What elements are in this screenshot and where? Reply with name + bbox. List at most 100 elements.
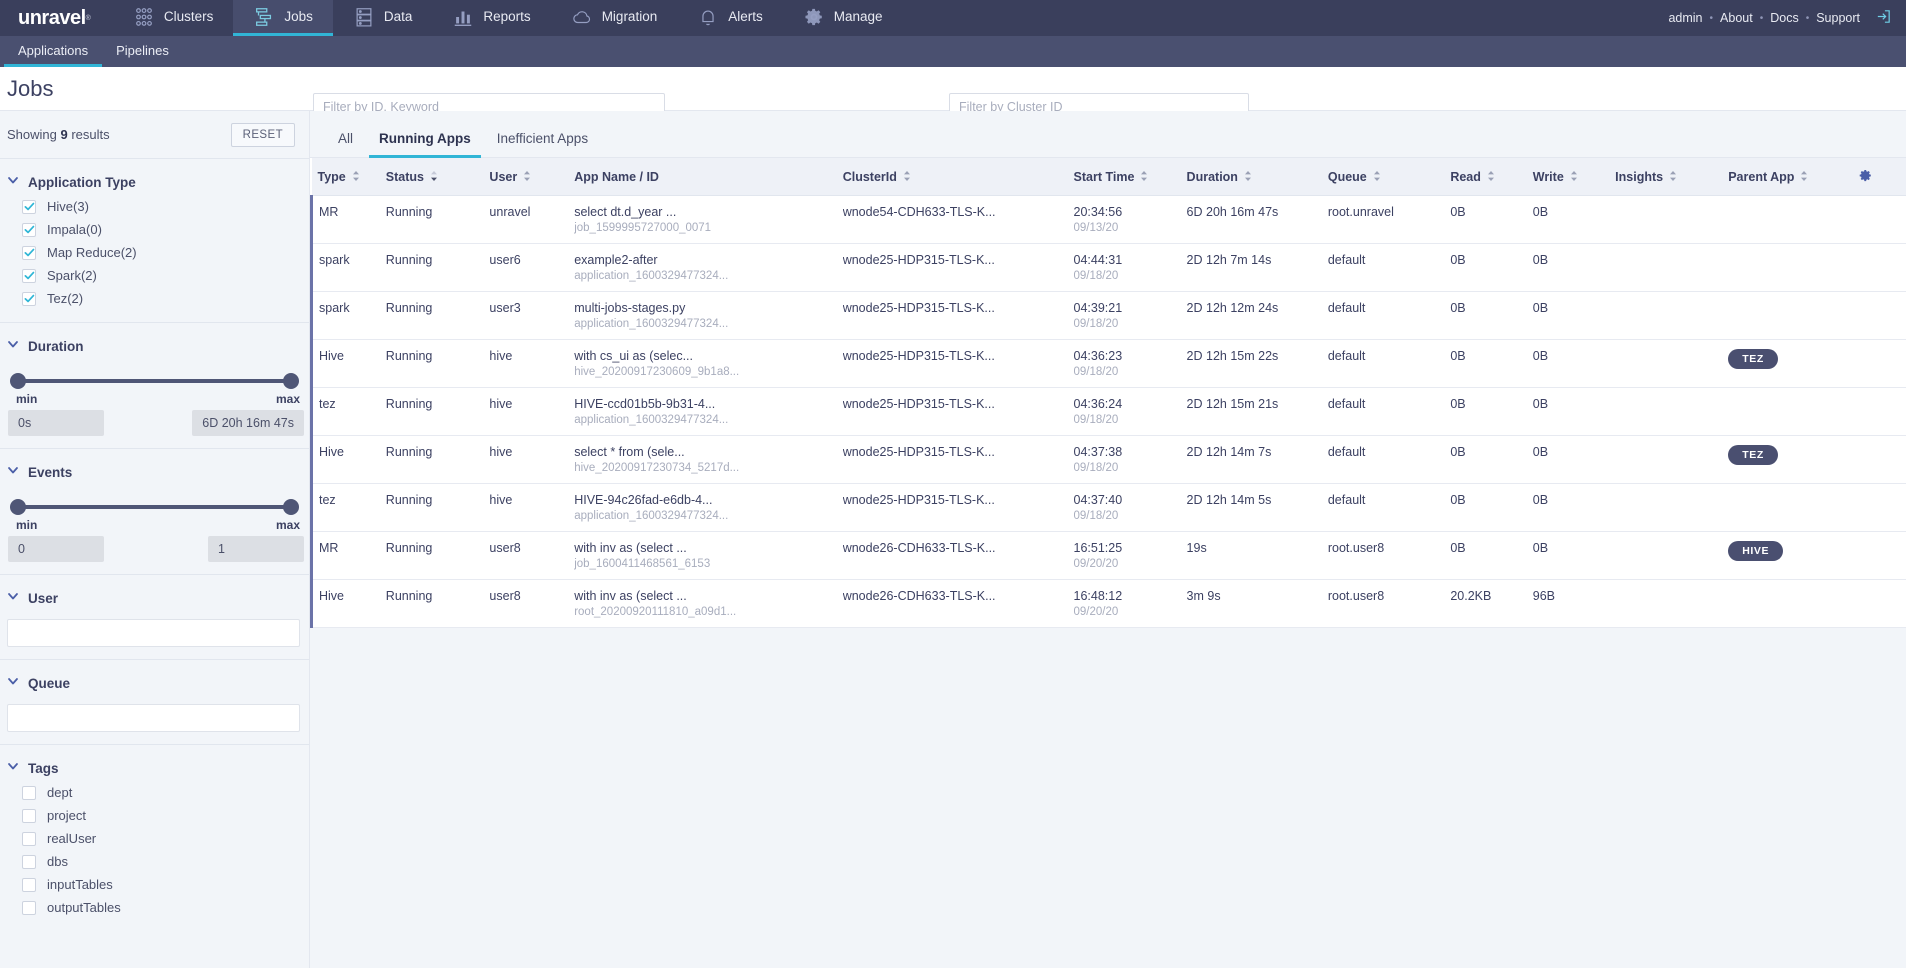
app-type-option-impala-0-[interactable]: Impala(0) — [0, 218, 309, 241]
column-header-write[interactable]: Write — [1526, 158, 1610, 196]
logout-icon[interactable] — [1867, 8, 1892, 28]
table-row[interactable]: tez Running hive HIVE-ccd01b5b-9b31-4... app… — [310, 387, 1906, 436]
events-range-slider[interactable] — [0, 485, 309, 515]
checkbox[interactable] — [22, 199, 36, 214]
facet-queue-header[interactable]: Queue — [0, 669, 309, 696]
column-header-clusterid[interactable]: ClusterId — [836, 158, 1068, 196]
app-name[interactable]: example2-after — [574, 253, 830, 267]
facet-tags-header[interactable]: Tags — [0, 754, 309, 781]
facet-user-header[interactable]: User — [0, 584, 309, 611]
checkbox[interactable] — [22, 900, 36, 915]
nav-link-docs[interactable]: Docs — [1770, 11, 1798, 25]
app-type-option-map-reduce-2-[interactable]: Map Reduce(2) — [0, 241, 309, 264]
cell-app-name-id[interactable]: with inv as (select ... root_202009201118… — [568, 579, 837, 628]
nav-item-migration[interactable]: Migration — [551, 0, 678, 36]
reset-filters-button[interactable]: RESET — [230, 122, 295, 147]
checkbox[interactable] — [22, 808, 36, 823]
events-min-value[interactable]: 0 — [8, 536, 104, 562]
tag-option-project[interactable]: project — [0, 804, 309, 827]
sort-icon[interactable] — [523, 170, 531, 185]
parent-app-badge[interactable]: HIVE — [1728, 541, 1784, 561]
sort-icon[interactable] — [1373, 170, 1381, 185]
cell-app-name-id[interactable]: HIVE-ccd01b5b-9b31-4... application_16003… — [568, 387, 837, 436]
duration-range-slider[interactable] — [0, 359, 309, 389]
events-slider-max-handle[interactable] — [283, 499, 299, 515]
duration-max-value[interactable]: 6D 20h 16m 47s — [192, 410, 304, 436]
column-header-status[interactable]: Status — [379, 158, 484, 196]
sort-icon[interactable] — [1800, 170, 1808, 185]
brand-logo[interactable]: unravel ® — [0, 0, 113, 36]
app-name[interactable]: HIVE-94c26fad-e6db-4... — [574, 493, 830, 507]
table-row[interactable]: Hive Running hive select * from (sele... hiv… — [310, 435, 1906, 484]
queue-filter-input[interactable] — [7, 704, 300, 732]
column-header-start-time[interactable]: Start Time — [1067, 158, 1181, 196]
table-row[interactable]: tez Running hive HIVE-94c26fad-e6db-4... app… — [310, 483, 1906, 532]
column-header-read[interactable]: Read — [1444, 158, 1527, 196]
table-settings-gear-icon[interactable] — [1851, 158, 1906, 196]
events-slider-track[interactable] — [10, 499, 299, 515]
nav-link-admin[interactable]: admin — [1668, 11, 1702, 25]
events-max-value[interactable]: 1 — [208, 536, 304, 562]
cell-app-name-id[interactable]: with inv as (select ... job_1600411468561… — [568, 531, 837, 580]
facet-events-header[interactable]: Events — [0, 458, 309, 485]
column-header-type[interactable]: Type — [311, 158, 380, 196]
duration-slider-max-handle[interactable] — [283, 373, 299, 389]
sort-icon[interactable] — [430, 170, 438, 185]
table-row[interactable]: spark Running user3 multi-jobs-stages.py app… — [310, 291, 1906, 340]
app-name[interactable]: with cs_ui as (selec... — [574, 349, 830, 363]
facet-duration-header[interactable]: Duration — [0, 332, 309, 359]
tag-option-dbs[interactable]: dbs — [0, 850, 309, 873]
table-row[interactable]: Hive Running user8 with inv as (select ... r… — [310, 579, 1906, 628]
app-name[interactable]: HIVE-ccd01b5b-9b31-4... — [574, 397, 830, 411]
nav-item-jobs[interactable]: Jobs — [233, 0, 333, 36]
table-row[interactable]: spark Running user6 example2-after applicati… — [310, 243, 1906, 292]
tag-option-dept[interactable]: dept — [0, 781, 309, 804]
app-name[interactable]: select * from (sele... — [574, 445, 830, 459]
cell-app-name-id[interactable]: HIVE-94c26fad-e6db-4... application_16003… — [568, 483, 837, 532]
app-name[interactable]: with inv as (select ... — [574, 541, 830, 555]
table-row[interactable]: Hive Running hive with cs_ui as (selec... hi… — [310, 339, 1906, 388]
cell-app-name-id[interactable]: select * from (sele... hive_2020091723073… — [568, 435, 837, 484]
nav-item-reports[interactable]: Reports — [432, 0, 550, 36]
tag-option-outputtables[interactable]: outputTables — [0, 896, 309, 919]
checkbox[interactable] — [22, 245, 36, 260]
cell-app-name-id[interactable]: example2-after application_1600329477324.… — [568, 243, 837, 292]
nav-link-support[interactable]: Support — [1816, 11, 1860, 25]
user-filter-input[interactable] — [7, 619, 300, 647]
sort-icon[interactable] — [1487, 170, 1495, 185]
parent-app-badge[interactable]: TEZ — [1728, 445, 1778, 465]
sort-icon[interactable] — [352, 170, 360, 185]
checkbox[interactable] — [22, 877, 36, 892]
nav-item-alerts[interactable]: Alerts — [677, 0, 783, 36]
app-type-option-tez-2-[interactable]: Tez(2) — [0, 287, 309, 310]
tag-option-realuser[interactable]: realUser — [0, 827, 309, 850]
checkbox[interactable] — [22, 854, 36, 869]
events-slider-min-handle[interactable] — [10, 499, 26, 515]
nav-link-about[interactable]: About — [1720, 11, 1753, 25]
subnav-item-applications[interactable]: Applications — [4, 36, 103, 67]
duration-slider-min-handle[interactable] — [10, 373, 26, 389]
checkbox[interactable] — [22, 222, 36, 237]
tab-inefficient-apps[interactable]: Inefficient Apps — [487, 131, 598, 158]
app-name[interactable]: select dt.d_year ... — [574, 205, 830, 219]
tab-all[interactable]: All — [328, 131, 363, 158]
subnav-item-pipelines[interactable]: Pipelines — [102, 36, 183, 67]
tag-option-inputtables[interactable]: inputTables — [0, 873, 309, 896]
sort-icon[interactable] — [1140, 170, 1148, 185]
table-row[interactable]: MR Running unravel select dt.d_year ... job_… — [310, 195, 1906, 244]
nav-item-manage[interactable]: Manage — [783, 0, 903, 36]
facet-application-type-header[interactable]: Application Type — [0, 168, 309, 195]
checkbox[interactable] — [22, 831, 36, 846]
sort-icon[interactable] — [1669, 170, 1677, 185]
table-row[interactable]: MR Running user8 with inv as (select ... job… — [310, 531, 1906, 580]
app-name[interactable]: with inv as (select ... — [574, 589, 830, 603]
app-type-option-hive-3-[interactable]: Hive(3) — [0, 195, 309, 218]
duration-slider-track[interactable] — [10, 373, 299, 389]
duration-min-value[interactable]: 0s — [8, 410, 104, 436]
checkbox[interactable] — [22, 268, 36, 283]
tab-running-apps[interactable]: Running Apps — [369, 131, 481, 158]
cell-app-name-id[interactable]: with cs_ui as (selec... hive_202009172306… — [568, 339, 837, 388]
nav-item-clusters[interactable]: Clusters — [113, 0, 234, 36]
cell-app-name-id[interactable]: select dt.d_year ... job_1599995727000_00… — [568, 195, 837, 244]
column-header-queue[interactable]: Queue — [1321, 158, 1445, 196]
